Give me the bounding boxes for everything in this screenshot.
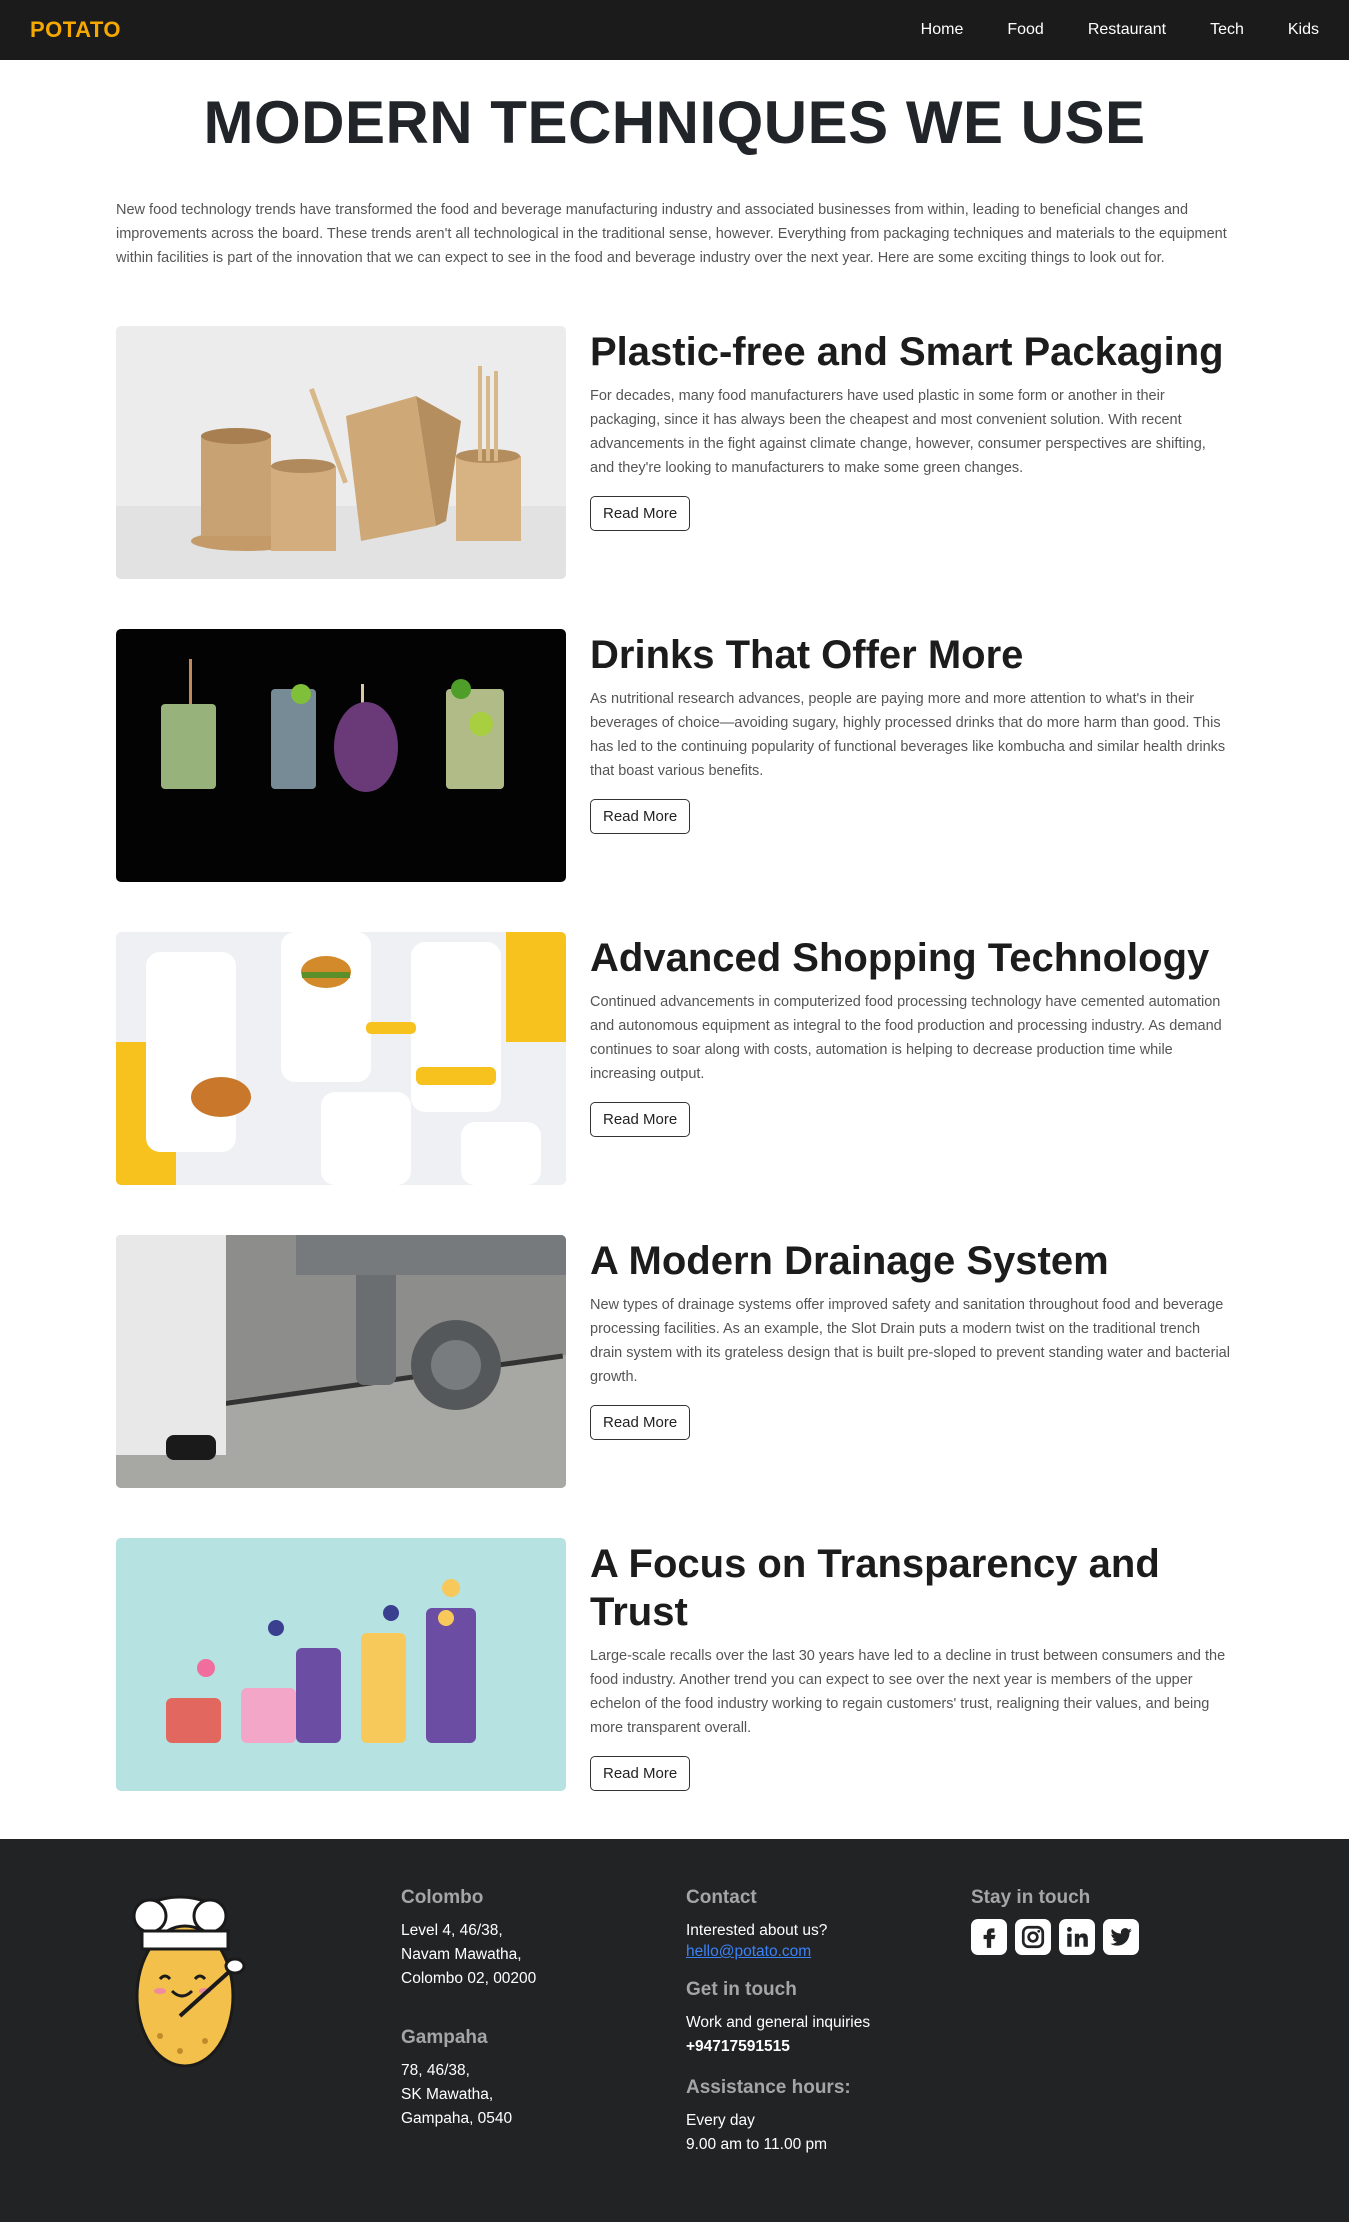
footer: Colombo Level 4, 46/38, Navam Mawatha, C… [0, 1839, 1349, 2222]
article-text: For decades, many food manufacturers hav… [590, 388, 1206, 476]
article-text: Continued advancements in computerized f… [590, 994, 1222, 1082]
intro-text: New food technology trends have transfor… [116, 202, 1227, 266]
nav-links: Home Food Restaurant Tech Kids [899, 21, 1319, 39]
footer-column-contact: Contact Interested about us? hello@potat… [686, 1887, 870, 2157]
assistance-days: Every day [686, 2112, 755, 2129]
footer-column-social: Stay in touch [971, 1887, 1139, 1955]
assistance-hours-heading: Assistance hours: [686, 2077, 851, 2098]
read-more-button[interactable]: Read More [590, 1102, 691, 1137]
phone-number: +94717591515 [686, 2038, 790, 2055]
nav-link-home[interactable]: Home [899, 21, 986, 39]
article-body: A Modern Drainage System New types of dr… [590, 1235, 1233, 1488]
article-body: Plastic-free and Smart Packaging For dec… [590, 326, 1233, 579]
inquiries-text: Work and general inquiries [686, 2014, 871, 2031]
facebook-icon[interactable] [971, 1919, 1007, 1955]
article-title: A Focus on Transparency and Trust [590, 1542, 1160, 1634]
twitter-icon[interactable] [1103, 1919, 1139, 1955]
contact-heading: Contact [686, 1887, 757, 1908]
article-card: Drinks That Offer More As nutritional re… [116, 629, 1233, 882]
gampaha-address-line: 78, 46/38, [401, 2062, 470, 2079]
article-title: Drinks That Offer More [590, 633, 1024, 677]
food-app-image [116, 932, 566, 1185]
colombo-heading: Colombo [401, 1887, 484, 1908]
gampaha-address-line: Gampaha, 0540 [401, 2110, 513, 2127]
read-more-button[interactable]: Read More [590, 799, 691, 834]
drainage-image [116, 1235, 566, 1488]
brand-logo[interactable]: POTATO [30, 17, 121, 43]
nav-link-kids[interactable]: Kids [1266, 21, 1319, 39]
main-content: MODERN TECHNIQUES WE USE New food techno… [0, 88, 1349, 1791]
article-title: A Modern Drainage System [590, 1239, 1109, 1283]
article-text: As nutritional research advances, people… [590, 691, 1226, 779]
contact-text: Interested about us? [686, 1922, 828, 1939]
packaging-image [116, 326, 566, 579]
article-title: Plastic-free and Smart Packaging [590, 330, 1224, 374]
article-text: Large-scale recalls over the last 30 yea… [590, 1648, 1226, 1736]
assistance-time: 9.00 am to 11.00 pm [686, 2136, 828, 2153]
article-card: Advanced Shopping Technology Continued a… [116, 932, 1233, 1185]
article-list: Plastic-free and Smart Packaging For dec… [116, 326, 1233, 1791]
gampaha-address-line: SK Mawatha, [401, 2086, 494, 2103]
email-link[interactable]: hello@potato.com [686, 1943, 811, 1960]
article-body: Advanced Shopping Technology Continued a… [590, 932, 1233, 1185]
article-title: Advanced Shopping Technology [590, 936, 1210, 980]
gampaha-heading: Gampaha [401, 2027, 488, 2048]
read-more-button[interactable]: Read More [590, 496, 691, 531]
potato-mascot-logo [120, 1891, 260, 2081]
colombo-address-line: Colombo 02, 00200 [401, 1970, 537, 1987]
stay-in-touch-heading: Stay in touch [971, 1887, 1091, 1908]
navbar: POTATO Home Food Restaurant Tech Kids [0, 0, 1349, 60]
trust-illustration-image [116, 1538, 566, 1791]
instagram-icon[interactable] [1015, 1919, 1051, 1955]
article-card: A Modern Drainage System New types of dr… [116, 1235, 1233, 1488]
colombo-address-line: Level 4, 46/38, [401, 1922, 503, 1939]
nav-link-tech[interactable]: Tech [1188, 21, 1266, 39]
linkedin-icon[interactable] [1059, 1919, 1095, 1955]
drinks-image [116, 629, 566, 882]
social-links [971, 1919, 1139, 1955]
article-card: Plastic-free and Smart Packaging For dec… [116, 326, 1233, 579]
article-card: A Focus on Transparency and Trust Large-… [116, 1538, 1233, 1791]
article-text: New types of drainage systems offer impr… [590, 1297, 1230, 1385]
footer-column-locations: Colombo Level 4, 46/38, Navam Mawatha, C… [401, 1887, 536, 2131]
article-body: A Focus on Transparency and Trust Large-… [590, 1538, 1233, 1791]
page-title: MODERN TECHNIQUES WE USE [203, 89, 1146, 156]
read-more-button[interactable]: Read More [590, 1405, 691, 1440]
colombo-address-line: Navam Mawatha, [401, 1946, 522, 1963]
nav-link-restaurant[interactable]: Restaurant [1066, 21, 1188, 39]
read-more-button[interactable]: Read More [590, 1756, 691, 1791]
get-in-touch-heading: Get in touch [686, 1979, 797, 2000]
nav-link-food[interactable]: Food [985, 21, 1065, 39]
article-body: Drinks That Offer More As nutritional re… [590, 629, 1233, 882]
